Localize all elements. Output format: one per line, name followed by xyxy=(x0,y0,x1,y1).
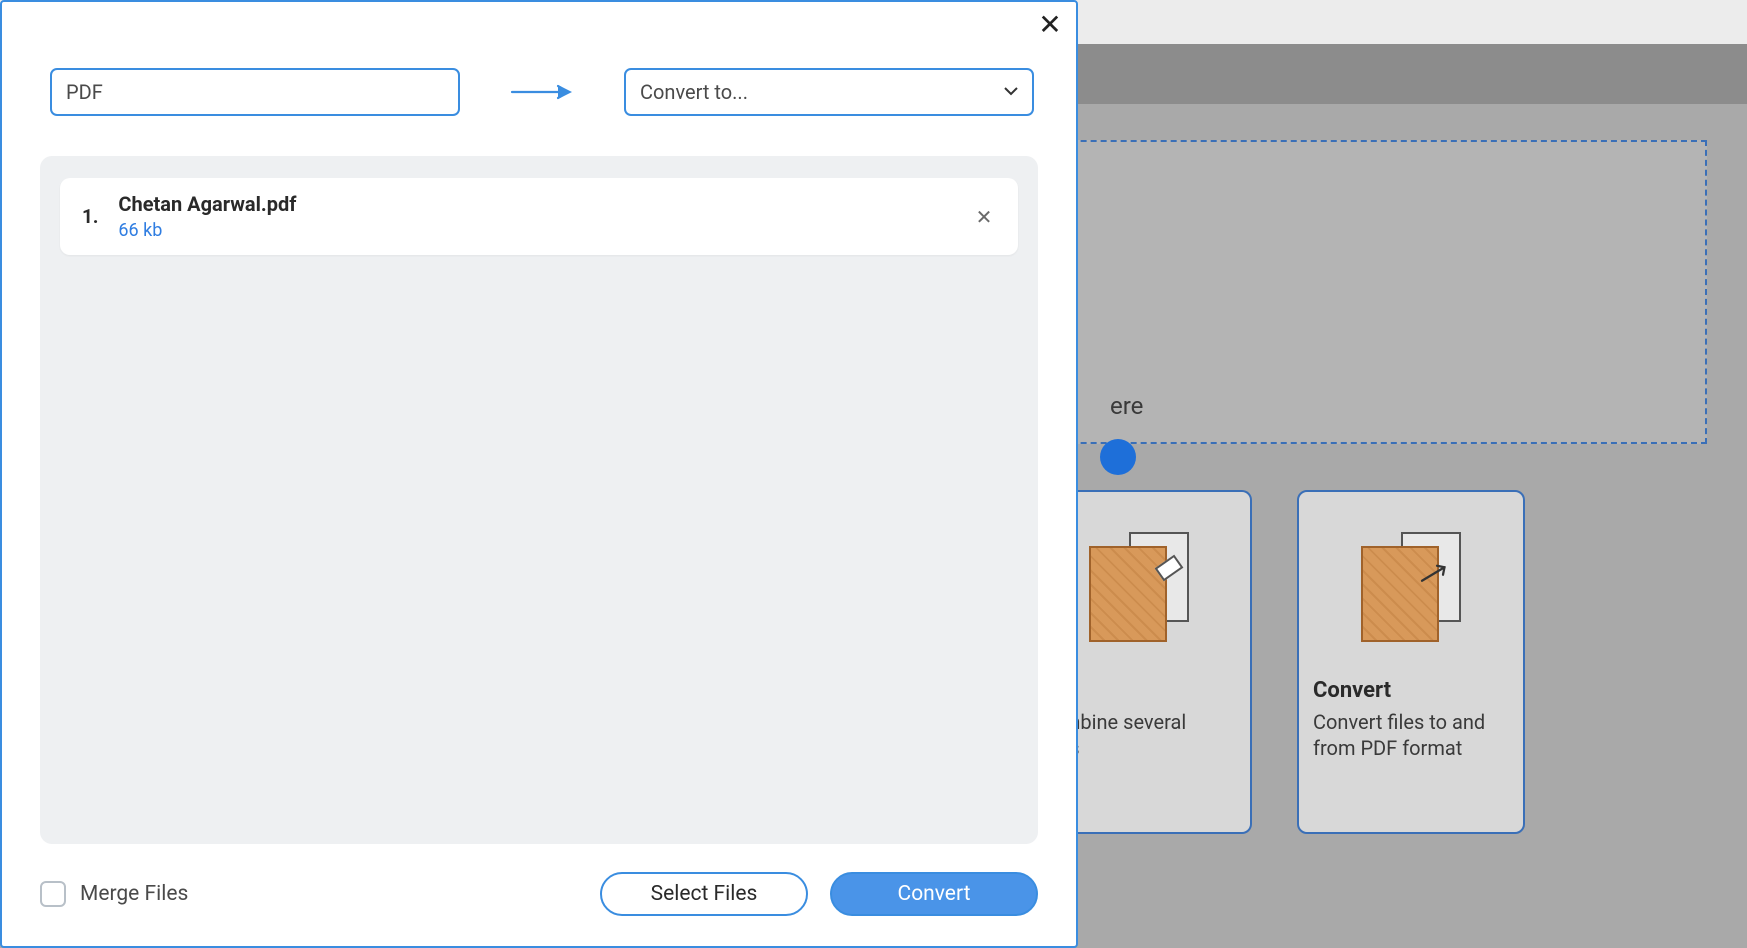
arrow-right-icon xyxy=(510,84,574,100)
bg-card-convert-title: Convert xyxy=(1313,678,1509,703)
destination-placeholder: Convert to... xyxy=(640,80,748,104)
source-format-value: PDF xyxy=(66,80,103,104)
bg-drop-button xyxy=(1100,439,1136,475)
merge-files-checkbox[interactable]: Merge Files xyxy=(40,881,188,907)
remove-file-button[interactable]: ✕ xyxy=(972,205,996,229)
file-row: 1. Chetan Agarwal.pdf 66 kb ✕ xyxy=(60,178,1018,255)
merge-files-label: Merge Files xyxy=(80,882,188,906)
dialog-header: PDF Convert to... xyxy=(2,2,1076,156)
file-name: Chetan Agarwal.pdf xyxy=(118,192,972,216)
convert-icon xyxy=(1299,492,1523,652)
select-files-button[interactable]: Select Files xyxy=(600,872,808,916)
close-button[interactable]: ✕ xyxy=(1036,10,1064,38)
checkbox-icon xyxy=(40,881,66,907)
source-format-field[interactable]: PDF xyxy=(50,68,460,116)
close-icon: ✕ xyxy=(1038,8,1061,41)
file-size: 66 kb xyxy=(118,220,972,241)
destination-format-select[interactable]: Convert to... xyxy=(624,68,1034,116)
convert-button[interactable]: Convert xyxy=(830,872,1038,916)
select-files-label: Select Files xyxy=(651,882,758,906)
bg-card-convert-desc: Convert files to and from PDF format xyxy=(1313,709,1509,761)
convert-dialog: ✕ PDF Convert to... 1. Chetan Ag xyxy=(0,0,1078,948)
bg-card-convert: Convert Convert files to and from PDF fo… xyxy=(1297,490,1525,834)
chevron-down-icon xyxy=(1004,84,1018,100)
convert-label: Convert xyxy=(898,882,971,906)
close-icon: ✕ xyxy=(976,205,993,229)
file-index: 1. xyxy=(82,205,98,228)
dialog-footer: Merge Files Select Files Convert xyxy=(2,844,1076,946)
bg-drop-hint: ere xyxy=(1110,392,1143,420)
file-list-panel: 1. Chetan Agarwal.pdf 66 kb ✕ xyxy=(40,156,1038,844)
